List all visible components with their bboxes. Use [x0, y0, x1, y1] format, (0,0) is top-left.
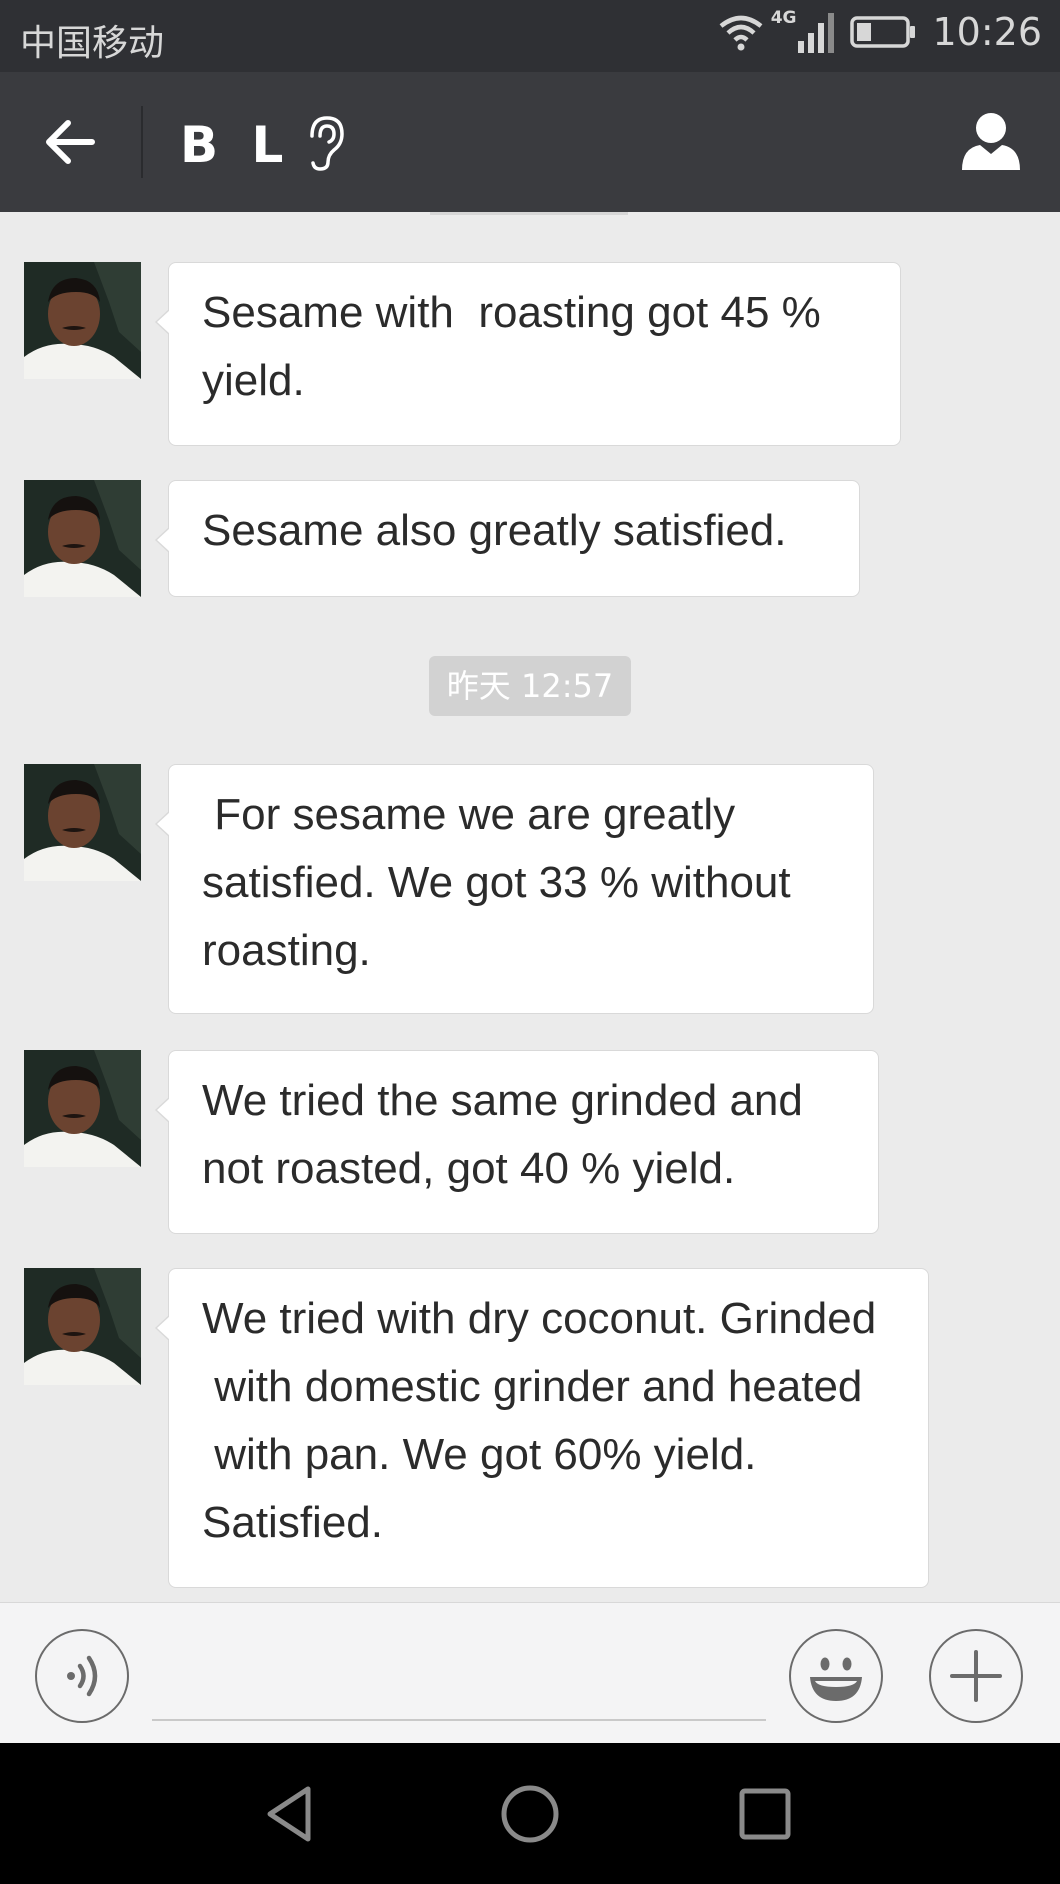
system-nav-bar	[0, 1743, 1060, 1884]
avatar-photo	[24, 262, 141, 379]
signal-icon	[798, 13, 835, 53]
plus-icon	[950, 1650, 1002, 1702]
voice-button[interactable]	[35, 1629, 129, 1723]
nav-home-icon[interactable]	[495, 1779, 565, 1849]
clock: 10:26	[932, 10, 1042, 54]
message-bubble[interactable]: We tried the same grinded and not roaste…	[155, 1050, 879, 1234]
message-bubble[interactable]: Sesame with roasting got 45 % yield.	[155, 262, 901, 446]
person-icon[interactable]	[958, 108, 1024, 174]
carrier-label: 中国移动	[20, 23, 165, 64]
message-bubble[interactable]: For sesame we are greatly satisfied. We …	[155, 764, 874, 1014]
avatar-photo	[24, 1050, 141, 1167]
avatar[interactable]	[24, 1268, 141, 1385]
nav-back-icon[interactable]	[258, 1779, 328, 1849]
avatar[interactable]	[24, 1050, 141, 1167]
status-bar: 中国移动 4G 10:26	[0, 0, 1060, 72]
avatar-photo	[24, 1268, 141, 1385]
message-input[interactable]	[152, 1643, 766, 1721]
header-divider	[141, 106, 143, 178]
emoji-icon	[810, 1657, 862, 1701]
voice-icon	[67, 1655, 98, 1697]
avatar[interactable]	[24, 262, 141, 379]
nav-recents-icon[interactable]	[730, 1779, 800, 1849]
input-bar	[0, 1602, 1060, 1743]
message-bubble[interactable]: Sesame also greatly satisfied.	[155, 480, 860, 597]
wifi-icon	[719, 15, 763, 51]
message-bubble[interactable]: We tried with dry coconut. Grinded with …	[155, 1268, 929, 1588]
avatar[interactable]	[24, 764, 141, 881]
timestamp-label: 昨天 12:57	[429, 656, 631, 716]
network-type-label: 4G	[770, 8, 797, 28]
chat-title[interactable]: B L	[180, 116, 291, 174]
battery-icon	[850, 16, 916, 48]
avatar-photo	[24, 480, 141, 597]
add-attachment-button[interactable]	[929, 1629, 1023, 1723]
emoji-button[interactable]	[789, 1629, 883, 1723]
previous-timestamp-edge	[430, 212, 628, 215]
ear-icon	[310, 116, 344, 171]
avatar[interactable]	[24, 480, 141, 597]
avatar-photo	[24, 764, 141, 881]
status-icons: 4G 10:26	[717, 8, 1042, 54]
arrow-left-icon[interactable]	[40, 112, 100, 172]
chat-message-list[interactable]: Sesame with roasting got 45 % yield. Ses…	[0, 212, 1060, 1602]
chat-header: B L	[0, 72, 1060, 212]
